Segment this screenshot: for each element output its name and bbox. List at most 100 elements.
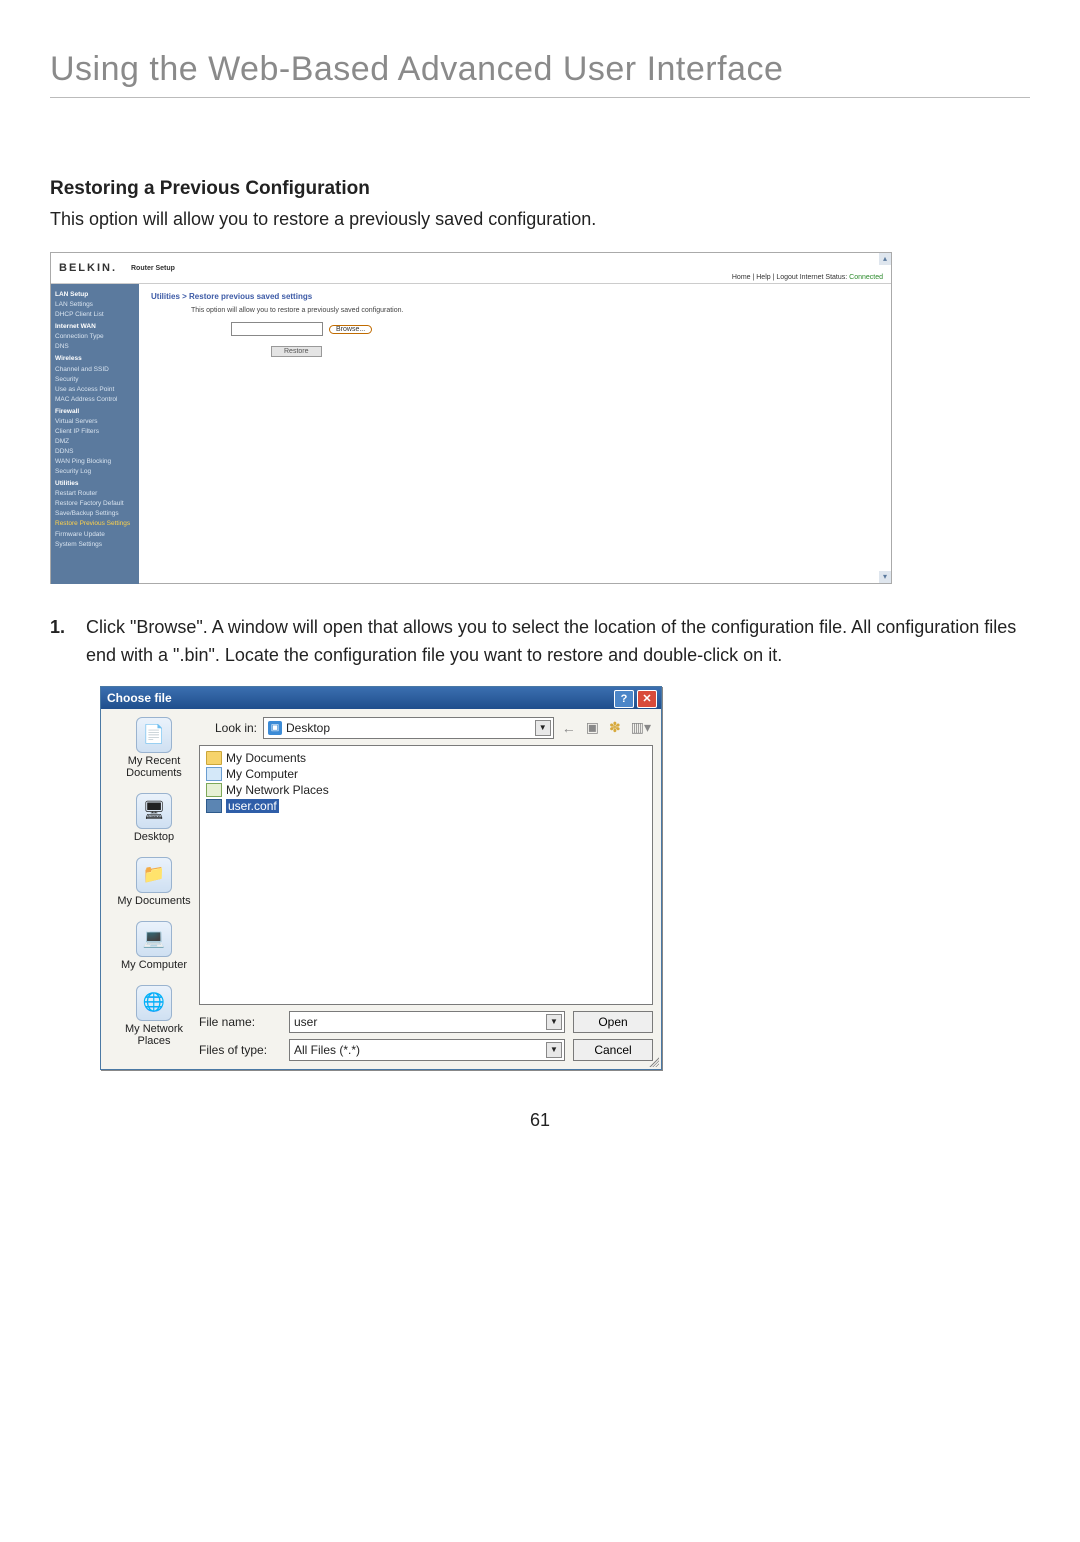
places-item[interactable]: 📄My Recent Documents [109,717,199,779]
sidebar-item[interactable]: Firmware Update [55,530,135,540]
section-heading: Restoring a Previous Configuration [50,178,1030,200]
top-links-text[interactable]: Home | Help | Logout Internet Status: [732,274,849,281]
dialog-title-text: Choose file [107,691,172,705]
sidebar-item[interactable]: Use as Access Point [55,385,135,395]
sidebar-item[interactable]: System Settings [55,540,135,550]
sidebar-item[interactable]: Restore Previous Settings [55,519,135,529]
file-item[interactable]: My Network Places [206,782,646,798]
file-label: user.conf [226,799,279,813]
computer-icon [206,767,222,781]
sidebar-item[interactable]: Security Log [55,467,135,477]
place-label: My Network Places [109,1023,199,1047]
folder-icon [206,751,222,765]
sidebar-item[interactable]: DHCP Client List [55,310,135,320]
sidebar-item[interactable]: Connection Type [55,332,135,342]
chevron-down-icon[interactable]: ▼ [546,1014,562,1030]
sidebar-item[interactable]: Virtual Servers [55,417,135,427]
lookin-select[interactable]: ▣ Desktop ▼ [263,717,554,739]
step-1: 1. Click "Browse". A window will open th… [50,614,1030,670]
lookin-label: Look in: [199,721,257,735]
sidebar-item: LAN Setup [55,290,135,300]
sidebar-item: Firewall [55,407,135,417]
chevron-down-icon[interactable]: ▼ [546,1042,562,1058]
dialog-places-bar: 📄My Recent Documents 🖥 Desktop 📁 My Document… [109,717,199,1061]
places-item[interactable]: 💻 My Computer [109,921,199,971]
place-icon: 💻 [136,921,172,957]
up-folder-icon[interactable]: ▣ [584,717,601,738]
sidebar-item[interactable]: WAN Ping Blocking [55,457,135,467]
lookin-value: Desktop [286,721,330,735]
section-description: This option will allow you to restore a … [50,206,1030,232]
file-icon [206,799,222,813]
filetype-value: All Files (*.*) [294,1043,360,1057]
help-icon[interactable]: ? [614,690,634,708]
sidebar-item[interactable]: LAN Settings [55,300,135,310]
router-main-pane: Utilities > Restore previous saved setti… [139,284,891,584]
restore-button[interactable]: Restore [271,346,322,357]
page-number: 61 [50,1110,1030,1131]
sidebar-item[interactable]: Security [55,375,135,385]
place-icon: 🖥 [136,793,172,829]
router-file-input[interactable] [231,322,323,336]
file-list-pane[interactable]: My DocumentsMy ComputerMy Network Places… [199,745,653,1005]
router-topbar: BELKIN. Router Setup Home | Help | Logou… [51,253,891,284]
dialog-toolbar: ← ▣ ✽ ▥▾ [560,717,653,738]
chevron-down-icon[interactable]: ▼ [535,720,551,736]
internet-status: Connected [849,274,883,281]
places-item[interactable]: 🖥 Desktop [109,793,199,843]
browse-button[interactable]: Browse... [329,325,372,334]
close-icon[interactable]: ✕ [637,690,657,708]
router-setup-label: Router Setup [131,265,175,272]
step-text: Click "Browse". A window will open that … [86,614,1030,670]
place-label: My Documents [109,895,199,907]
sidebar-item[interactable]: DMZ [55,437,135,447]
router-admin-screenshot: ▴ BELKIN. Router Setup Home | Help | Log… [50,252,892,584]
sidebar-item[interactable]: Restart Router [55,489,135,499]
place-icon: 🌐 [136,985,172,1021]
file-item[interactable]: My Computer [206,766,646,782]
sidebar-item[interactable]: DDNS [55,447,135,457]
open-button[interactable]: Open [573,1011,653,1033]
sidebar-item[interactable]: MAC Address Control [55,395,135,405]
sidebar-item[interactable]: Restore Factory Default [55,499,135,509]
sidebar-item[interactable]: Save/Backup Settings [55,509,135,519]
place-label: Desktop [109,831,199,843]
places-item[interactable]: 📁 My Documents [109,857,199,907]
filetype-select[interactable]: All Files (*.*) ▼ [289,1039,565,1061]
file-label: My Documents [226,751,306,765]
router-breadcrumb: Utilities > Restore previous saved setti… [151,292,879,301]
sidebar-item: Utilities [55,479,135,489]
place-label: My Computer [109,959,199,971]
filename-input[interactable]: user ▼ [289,1011,565,1033]
filename-label: File name: [199,1015,281,1029]
router-note: This option will allow you to restore a … [191,307,879,314]
sidebar-item[interactable]: Client IP Filters [55,427,135,437]
scroll-down-icon[interactable]: ▾ [879,571,891,583]
filename-value: user [294,1015,317,1029]
sidebar-item: Wireless [55,354,135,364]
file-label: My Network Places [226,783,329,797]
cancel-button[interactable]: Cancel [573,1039,653,1061]
desktop-icon: ▣ [268,721,282,735]
places-item[interactable]: 🌐My Network Places [109,985,199,1047]
views-icon[interactable]: ▥▾ [629,717,653,738]
resize-grip-icon[interactable] [647,1055,659,1067]
place-icon: 📁 [136,857,172,893]
file-item[interactable]: user.conf [206,798,646,814]
router-sidebar: LAN SetupLAN SettingsDHCP Client List Int… [51,284,139,584]
place-icon: 📄 [136,717,172,753]
place-label: My Recent Documents [109,755,199,779]
back-icon[interactable]: ← [560,718,578,738]
dialog-titlebar[interactable]: Choose file ? ✕ [101,687,661,709]
filetype-label: Files of type: [199,1043,281,1057]
router-brand: BELKIN. [59,262,117,274]
sidebar-item[interactable]: Channel and SSID [55,365,135,375]
sidebar-item[interactable]: DNS [55,342,135,352]
file-item[interactable]: My Documents [206,750,646,766]
network-icon [206,783,222,797]
new-folder-icon[interactable]: ✽ [607,717,623,738]
page-title: Using the Web-Based Advanced User Interf… [50,50,1030,98]
sidebar-item: Internet WAN [55,322,135,332]
choose-file-dialog: Choose file ? ✕ 📄My Recent Documents 🖥 Des… [100,686,662,1070]
router-top-links[interactable]: Home | Help | Logout Internet Status: Co… [732,274,883,281]
